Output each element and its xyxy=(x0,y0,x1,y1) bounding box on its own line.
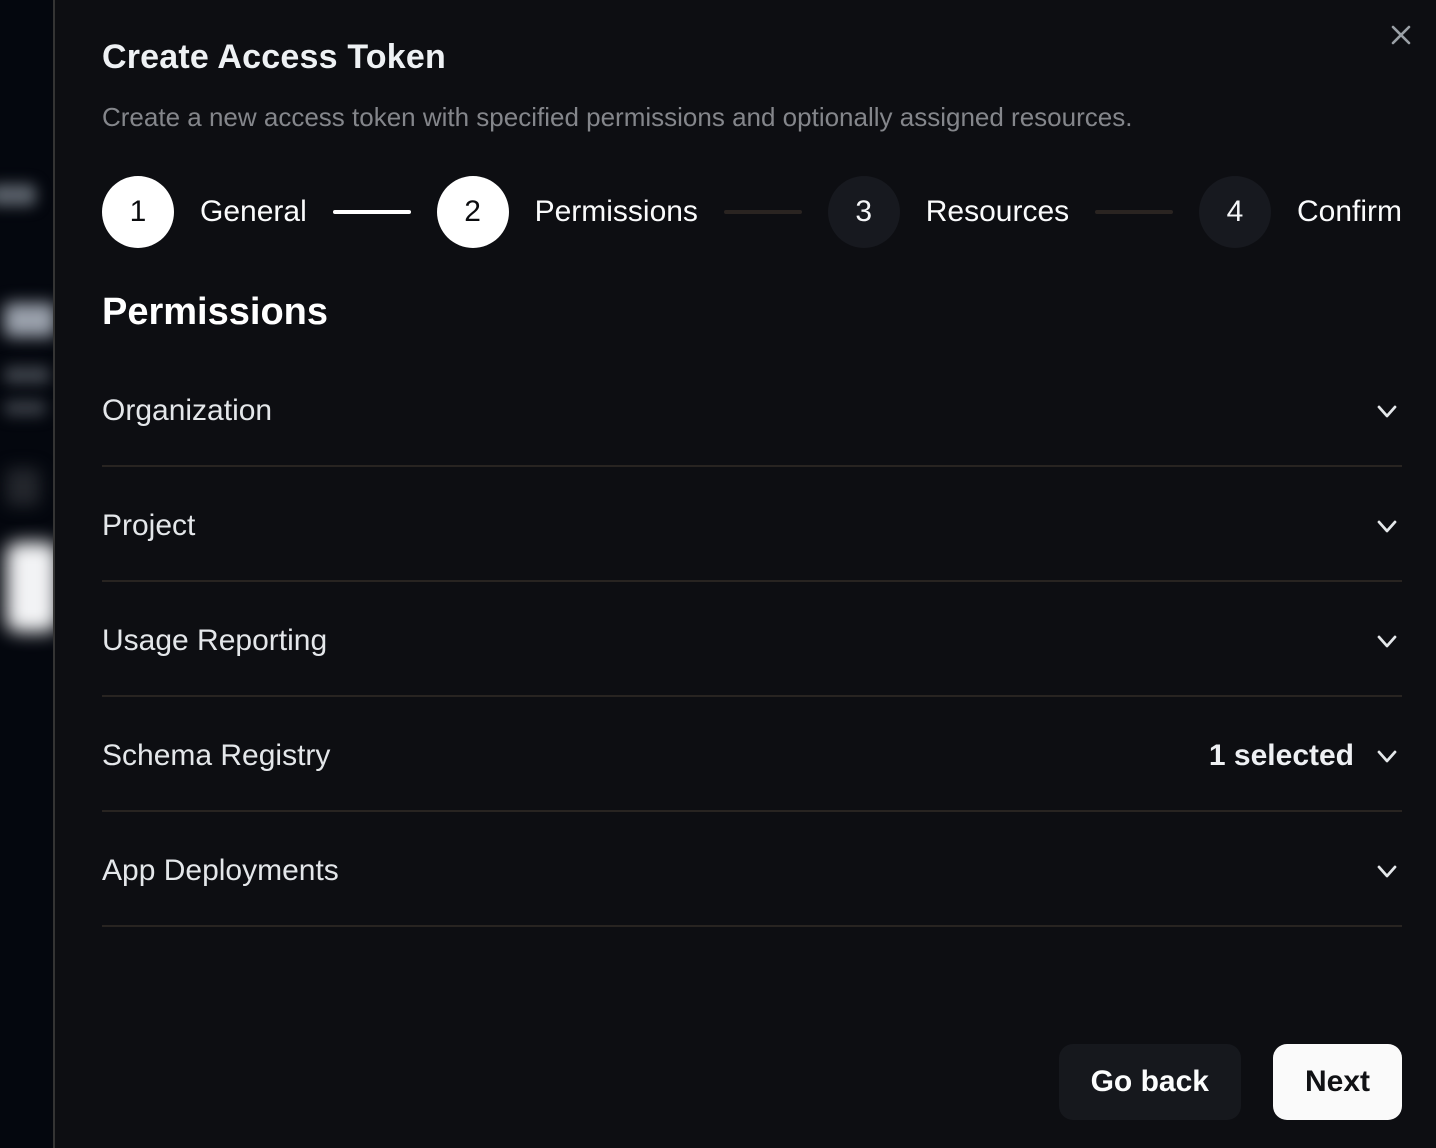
modal-subtitle: Create a new access token with specified… xyxy=(102,102,1402,132)
accordion-label: Project xyxy=(102,503,195,549)
accordion-schema-registry[interactable]: Schema Registry 1 selected xyxy=(102,697,1402,812)
accordion-app-deployments[interactable]: App Deployments xyxy=(102,812,1402,927)
blurred-text-line xyxy=(4,400,46,416)
create-access-token-modal: Create Access Token Create a new access … xyxy=(55,0,1436,1148)
step-connector xyxy=(1095,210,1173,214)
blurred-page-heading xyxy=(4,303,56,337)
step-number-circle: 1 xyxy=(102,176,174,248)
blurred-card xyxy=(6,542,58,632)
wizard-stepper: 1 General 2 Permissions 3 Resources 4 Co… xyxy=(102,176,1402,248)
chevron-down-icon xyxy=(1372,626,1402,656)
step-permissions[interactable]: 2 Permissions xyxy=(437,176,698,248)
accordion-label: Organization xyxy=(102,388,272,434)
accordion-organization[interactable]: Organization xyxy=(102,352,1402,467)
step-resources[interactable]: 3 Resources xyxy=(828,176,1069,248)
next-button[interactable]: Next xyxy=(1273,1044,1402,1120)
blurred-text-line xyxy=(4,366,50,384)
background-page-overlay xyxy=(0,0,55,1148)
chevron-down-icon xyxy=(1372,741,1402,771)
chevron-down-icon xyxy=(1372,396,1402,426)
step-label: Permissions xyxy=(535,195,698,229)
go-back-button[interactable]: Go back xyxy=(1059,1044,1241,1120)
accordion-label: Schema Registry xyxy=(102,733,330,779)
permissions-accordion-list: Organization Project Usage Reporting xyxy=(102,352,1402,927)
accordion-label: Usage Reporting xyxy=(102,618,327,664)
step-connector xyxy=(333,210,411,214)
modal-title: Create Access Token xyxy=(102,38,1402,76)
step-number-circle: 4 xyxy=(1199,176,1271,248)
chevron-down-icon xyxy=(1372,511,1402,541)
step-general[interactable]: 1 General xyxy=(102,176,307,248)
chevron-down-icon xyxy=(1372,856,1402,886)
step-label: Resources xyxy=(926,195,1069,229)
permissions-heading: Permissions xyxy=(102,292,1402,332)
step-confirm[interactable]: 4 Confirm xyxy=(1199,176,1402,248)
step-number-circle: 2 xyxy=(437,176,509,248)
accordion-project[interactable]: Project xyxy=(102,467,1402,582)
blurred-nav-text xyxy=(0,184,36,206)
step-label: General xyxy=(200,195,307,229)
selected-count-badge: 1 selected xyxy=(1209,739,1354,773)
modal-footer: Go back Next xyxy=(102,1044,1402,1120)
blurred-icon xyxy=(6,468,40,506)
close-button[interactable] xyxy=(1386,20,1416,50)
step-connector xyxy=(724,210,802,214)
accordion-label: App Deployments xyxy=(102,848,339,894)
step-number-circle: 3 xyxy=(828,176,900,248)
accordion-usage-reporting[interactable]: Usage Reporting xyxy=(102,582,1402,697)
close-icon xyxy=(1388,22,1414,48)
step-label: Confirm xyxy=(1297,195,1402,229)
